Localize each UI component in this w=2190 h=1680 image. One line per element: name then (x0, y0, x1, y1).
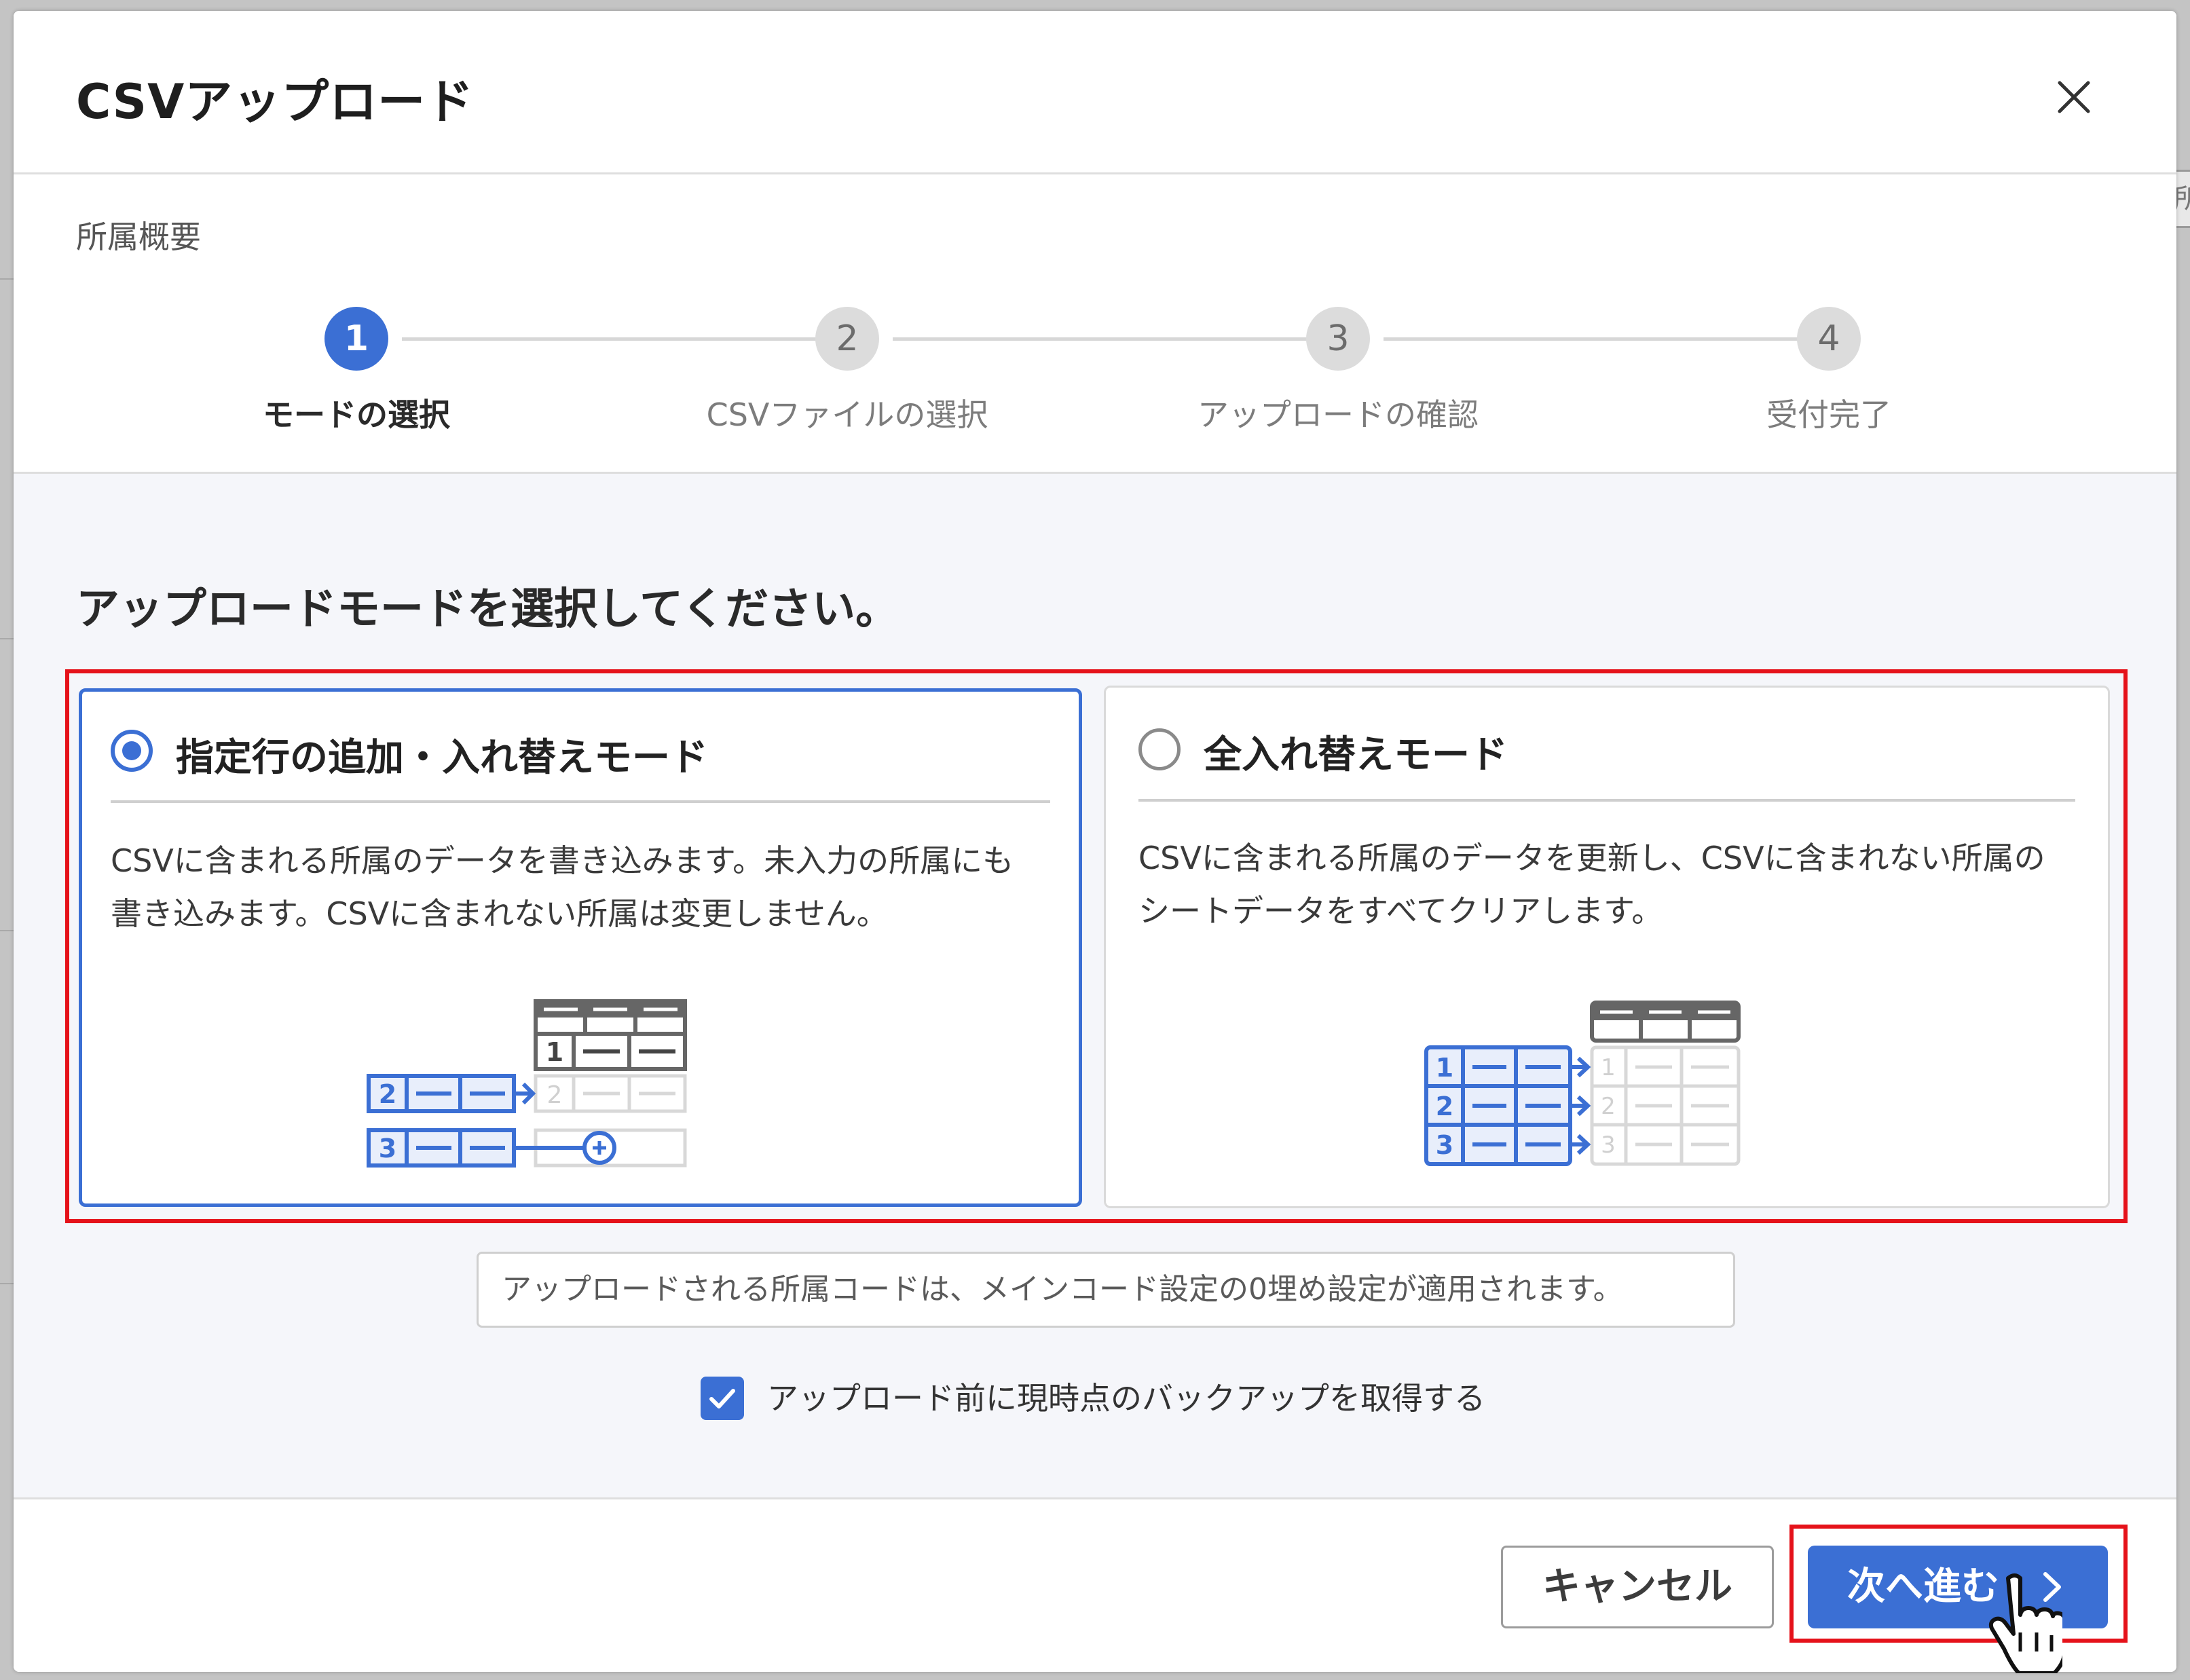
dialog-title: CSVアップロード (76, 74, 475, 130)
mode-card-replace-all[interactable]: 全入れ替えモード CSVに含まれる所属のデータを更新し、CSVに含まれない所属の… (1104, 686, 2110, 1208)
background-divider (0, 638, 14, 639)
replace-all-illustration: 1 2 3 1 2 3 (1424, 1001, 1741, 1166)
dialog-body: アップロードモードを選択してください。 指定行の追加・入れ替えモード CSVに含… (14, 474, 2176, 1497)
mode-description-line: CSVに含まれる所属のデータを書き込みます。未入力の所属にも (111, 842, 1014, 879)
mode-description: CSVに含まれる所属のデータを書き込みます。未入力の所属にも 書き込みます。CS… (111, 834, 1050, 940)
step-connector (1384, 337, 1798, 341)
illus-row-number: 3 (379, 1134, 396, 1163)
step-2-indicator: 2 (815, 307, 879, 371)
step-3-indicator: 3 (1306, 307, 1370, 371)
step-4-label: 受付完了 (1766, 396, 1891, 433)
cancel-button[interactable]: キャンセル (1501, 1546, 1774, 1628)
add-replace-rows-illustration: 1 2 2 3 (367, 999, 687, 1168)
illus-row-number: 2 (1601, 1093, 1616, 1120)
step-3-label: アップロードの確認 (1198, 396, 1479, 433)
mode-description-line: シートデータをすべてクリアします。 (1138, 893, 1663, 929)
backup-checkbox-label[interactable]: アップロード前に現時点のバックアップを取得する (767, 1377, 1485, 1420)
mode-title: 全入れ替えモード (1204, 733, 1508, 777)
background-divider (0, 930, 14, 931)
illus-row-number: 1 (546, 1037, 563, 1067)
mode-divider (1138, 799, 2075, 802)
illus-row-number: 2 (547, 1081, 563, 1109)
mode-divider (111, 800, 1050, 803)
info-notice: アップロードされる所属コードは、メインコード設定の0埋め設定が適用されます。 (477, 1252, 1735, 1328)
dialog-header: CSVアップロード (14, 11, 2176, 174)
checkmark-icon (709, 1389, 735, 1408)
mode-card-add-replace[interactable]: 指定行の追加・入れ替えモード CSVに含まれる所属のデータを書き込みます。未入力… (79, 688, 1082, 1207)
section-label: 所属概要 (76, 219, 201, 255)
instruction-text: アップロードモードを選択してください。 (76, 584, 899, 635)
step-connector (893, 337, 1307, 341)
mode-description-line: CSVに含まれる所属のデータを更新し、CSVに含まれない所属の (1138, 840, 2045, 876)
step-2-label: CSVファイルの選択 (706, 396, 988, 433)
mode-description: CSVに含まれる所属のデータを更新し、CSVに含まれない所属の シートデータをす… (1138, 832, 2075, 937)
step-1-label: モードの選択 (263, 396, 450, 433)
step-1-indicator: 1 (324, 307, 388, 371)
background-divider (0, 278, 14, 280)
csv-upload-dialog: CSVアップロード 所属概要 1 2 3 4 モードの選択 CSVファイルの選択… (14, 11, 2176, 1672)
radio-add-replace[interactable] (111, 730, 153, 772)
step-connector (402, 337, 816, 341)
illus-row-number: 3 (1436, 1130, 1453, 1160)
backup-checkbox[interactable] (701, 1377, 744, 1420)
illus-row-number: 1 (1601, 1054, 1616, 1081)
close-button[interactable] (2043, 67, 2104, 128)
mode-title: 指定行の追加・入れ替えモード (176, 736, 708, 780)
background-divider (0, 1283, 14, 1284)
illus-row-number: 2 (1436, 1091, 1453, 1121)
illus-row-number: 2 (379, 1079, 396, 1109)
illus-row-number: 3 (1601, 1132, 1616, 1159)
close-icon (2058, 81, 2090, 113)
step-4-indicator: 4 (1797, 307, 1861, 371)
radio-replace-all[interactable] (1138, 728, 1181, 770)
mode-description-line: 書き込みます。CSVに含まれない所属は変更しません。 (111, 895, 888, 932)
next-button-highlight-frame (1789, 1525, 2128, 1643)
illus-row-number: 1 (1436, 1053, 1453, 1083)
stepper-section: 所属概要 1 2 3 4 モードの選択 CSVファイルの選択 アップロードの確認… (14, 174, 2176, 474)
hand-pointer-icon (1988, 1573, 2062, 1673)
